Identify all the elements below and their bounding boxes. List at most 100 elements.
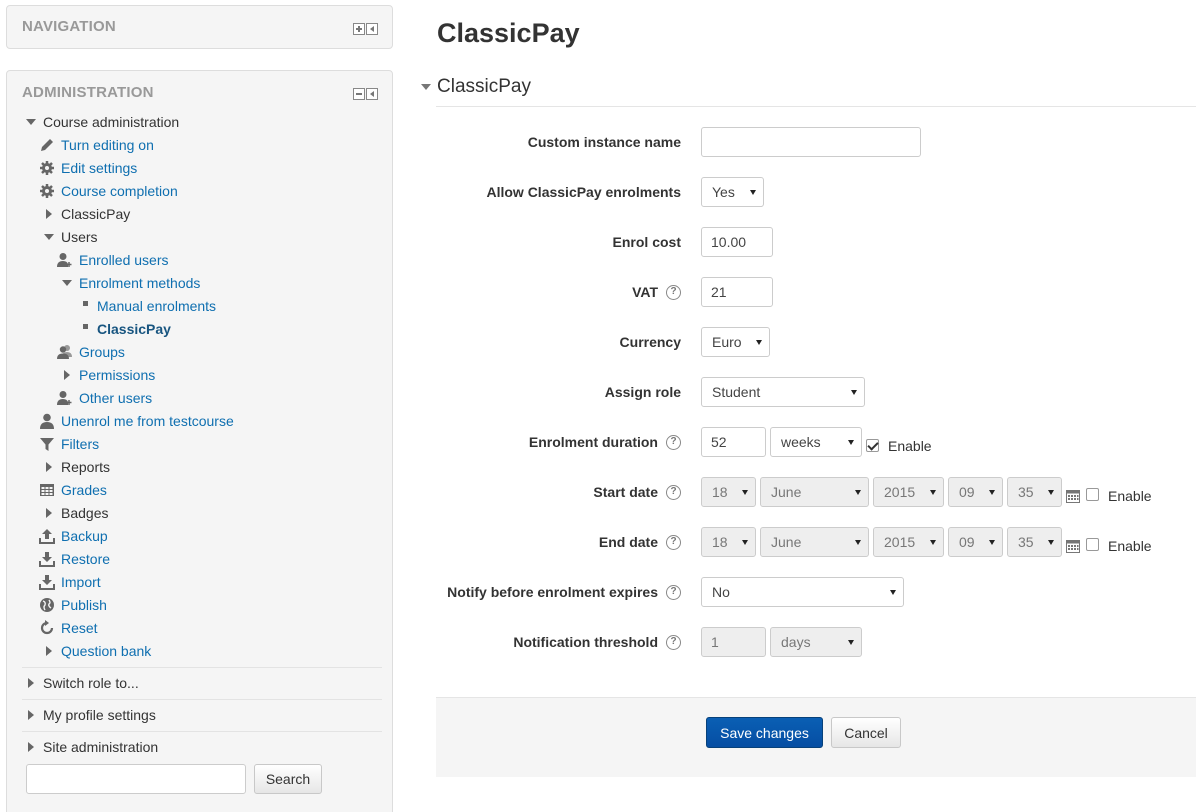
help-icon[interactable]: ? [666, 284, 681, 300]
end-hour-select[interactable]: 09 [948, 527, 1003, 557]
collapsed-arrow-icon [41, 457, 57, 477]
end-minute-select[interactable]: 35 [1007, 527, 1062, 557]
allow-enrolments-select[interactable]: Yes [701, 177, 764, 207]
expanded-arrow-icon [59, 273, 75, 293]
help-icon[interactable]: ? [666, 484, 681, 500]
currency-label: Currency [619, 334, 681, 350]
dropdown-caret-icon [989, 490, 995, 495]
separator [22, 731, 382, 732]
separator [22, 667, 382, 668]
dropdown-caret-icon [1048, 540, 1054, 545]
enrol-cost-label: Enrol cost [612, 234, 681, 250]
cancel-button[interactable]: Cancel [831, 717, 901, 748]
administration-block-title: ADMINISTRATION [22, 84, 154, 101]
bullet-icon [77, 319, 93, 339]
duration-enable-label: Enable [888, 438, 932, 454]
duration-enable-checkbox[interactable] [866, 439, 879, 452]
end-date-enable-checkbox[interactable] [1086, 538, 1099, 551]
help-icon[interactable]: ? [666, 434, 681, 450]
page-title: ClassicPay [437, 18, 580, 48]
dropdown-caret-icon [1048, 490, 1054, 495]
collapsed-arrow-icon [23, 705, 39, 725]
dropdown-caret-icon [855, 490, 861, 495]
start-date-enable-label: Enable [1108, 488, 1152, 504]
separator [22, 699, 382, 700]
notify-select[interactable]: No [701, 577, 904, 607]
end-year-select[interactable]: 2015 [873, 527, 944, 557]
collapsed-arrow-icon [41, 641, 57, 661]
notification-threshold-label: Notification threshold ? [513, 627, 681, 657]
end-date-label: End date ? [599, 527, 681, 557]
currency-select[interactable]: Euro [701, 327, 770, 357]
bullet-icon [77, 296, 93, 316]
admin-search-input[interactable] [26, 764, 246, 794]
upload-icon [39, 526, 55, 546]
collapsed-arrow-icon [59, 365, 75, 385]
notification-threshold-unit-select[interactable]: days [770, 627, 862, 657]
calendar-icon[interactable] [1066, 539, 1080, 553]
collapse-icon[interactable] [353, 88, 365, 100]
start-date-enable-checkbox[interactable] [1086, 488, 1099, 501]
gear-icon [39, 181, 55, 201]
navigation-block-controls [353, 23, 378, 35]
vat-input[interactable]: 21 [701, 277, 773, 307]
navigation-block-title: NAVIGATION [22, 18, 116, 35]
dropdown-caret-icon [930, 490, 936, 495]
assign-role-label: Assign role [604, 384, 681, 400]
help-icon[interactable]: ? [666, 534, 681, 550]
notification-threshold-input[interactable]: 1 [701, 627, 766, 657]
collapsed-arrow-icon [23, 673, 39, 693]
administration-block-controls [353, 88, 378, 100]
start-day-select[interactable]: 18 [701, 477, 756, 507]
expand-icon[interactable] [353, 23, 365, 35]
help-icon[interactable]: ? [666, 634, 681, 650]
gear-icon [39, 158, 55, 178]
notify-label: Notify before enrolment expires ? [447, 577, 681, 607]
navigation-block: NAVIGATION [6, 5, 393, 49]
filter-icon [39, 434, 55, 454]
start-minute-select[interactable]: 35 [1007, 477, 1062, 507]
section-header[interactable]: ClassicPay [421, 74, 531, 100]
collapsed-arrow-icon [41, 503, 57, 523]
enrol-user-icon [57, 388, 73, 408]
user-icon [39, 411, 55, 431]
expanded-arrow-icon [421, 84, 431, 90]
dropdown-caret-icon [750, 190, 756, 195]
admin-search-button[interactable]: Search [254, 764, 322, 794]
dropdown-caret-icon [848, 440, 854, 445]
start-month-select[interactable]: June [760, 477, 869, 507]
enrol-cost-input[interactable]: 10.00 [701, 227, 773, 257]
enrolment-duration-input[interactable]: 52 [701, 427, 766, 457]
custom-instance-name-label: Custom instance name [527, 134, 681, 150]
end-day-select[interactable]: 18 [701, 527, 756, 557]
enrol-user-icon [57, 250, 73, 270]
dropdown-caret-icon [851, 390, 857, 395]
dropdown-caret-icon [848, 640, 854, 645]
grades-table-icon [39, 480, 55, 500]
expanded-arrow-icon [41, 227, 57, 247]
expanded-arrow-icon [23, 112, 39, 132]
section-divider [436, 106, 1196, 107]
start-year-select[interactable]: 2015 [873, 477, 944, 507]
start-hour-select[interactable]: 09 [948, 477, 1003, 507]
dropdown-caret-icon [756, 340, 762, 345]
help-icon[interactable]: ? [666, 584, 681, 600]
collapsed-arrow-icon [23, 737, 39, 757]
enrolment-duration-unit-select[interactable]: weeks [770, 427, 862, 457]
assign-role-select[interactable]: Student [701, 377, 865, 407]
custom-instance-name-input[interactable] [701, 127, 921, 157]
calendar-icon[interactable] [1066, 489, 1080, 503]
vat-label: VAT ? [632, 277, 681, 307]
save-changes-button[interactable]: Save changes [706, 717, 823, 748]
groups-icon [57, 342, 73, 362]
section-title: ClassicPay [437, 76, 531, 97]
enrolment-duration-label: Enrolment duration ? [529, 427, 681, 457]
globe-icon [39, 595, 55, 615]
start-date-label: Start date ? [593, 477, 681, 507]
administration-block: ADMINISTRATION Course administration Tur… [6, 70, 393, 812]
dock-icon[interactable] [366, 88, 378, 100]
dock-icon[interactable] [366, 23, 378, 35]
download-icon [39, 572, 55, 592]
end-month-select[interactable]: June [760, 527, 869, 557]
download-icon [39, 549, 55, 569]
